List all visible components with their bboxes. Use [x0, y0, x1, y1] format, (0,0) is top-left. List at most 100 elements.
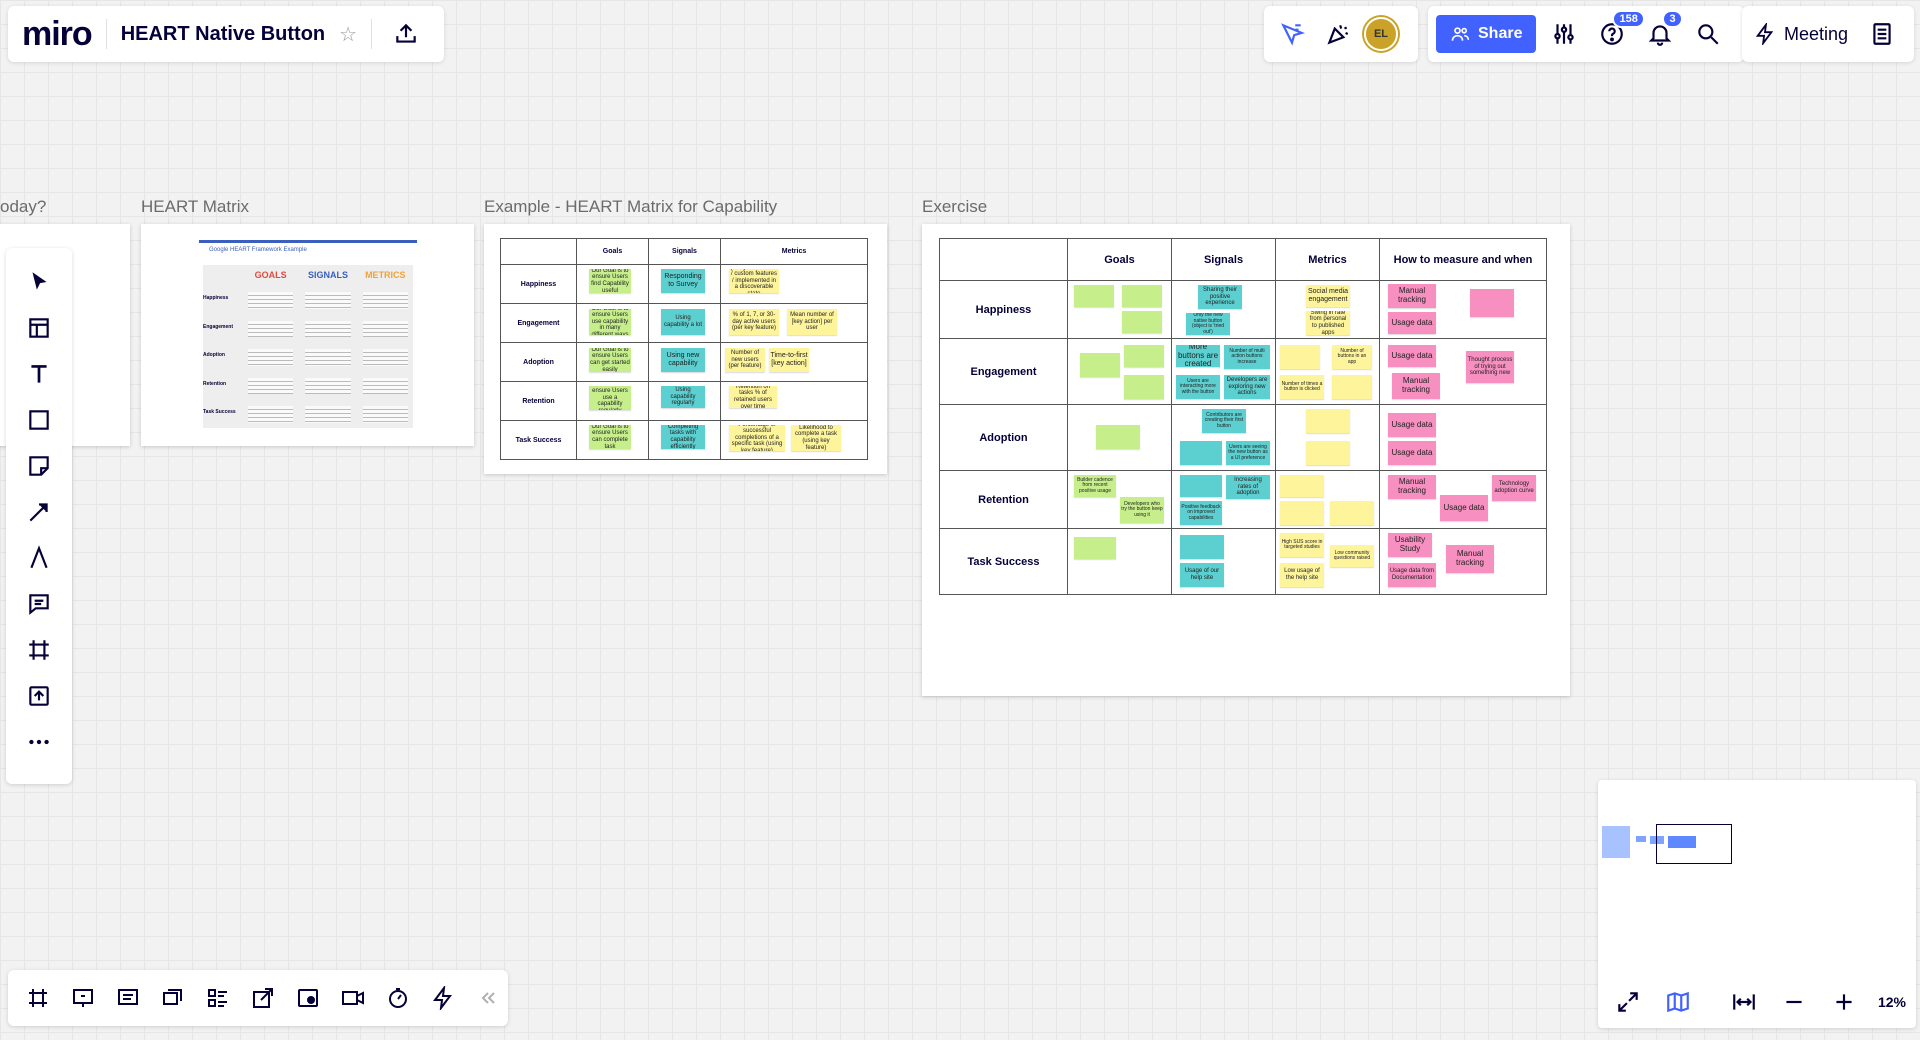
sticky-note[interactable]	[1330, 501, 1374, 525]
search-icon[interactable]	[1688, 14, 1728, 54]
frame-label-partial[interactable]: oday?	[0, 197, 46, 217]
sticky-note[interactable]: Number of buttons in an app	[1332, 345, 1372, 369]
sticky-note[interactable]: Developers are exploring new actions	[1224, 375, 1270, 399]
sticky-note[interactable]	[1306, 409, 1350, 433]
miro-logo[interactable]: miro	[22, 15, 93, 54]
sticky-note[interactable]: Our Goal is to ensure Users use capabili…	[589, 309, 631, 335]
sticky-note[interactable]: Responding to Survey	[661, 269, 705, 293]
zoom-out-icon[interactable]	[1774, 982, 1814, 1022]
zoom-in-icon[interactable]	[1824, 982, 1864, 1022]
sticky-note[interactable]: Contributors are creating their first bu…	[1202, 409, 1246, 433]
minimap-panel[interactable]: 12%	[1598, 780, 1916, 1028]
sticky-note[interactable]: Low usage of the help site	[1280, 563, 1324, 587]
sticky-note[interactable]: Sharing their positive experience	[1198, 285, 1242, 309]
sticky-note[interactable]: Manual tracking	[1388, 475, 1436, 499]
sticky-note[interactable]: Our Goal is to ensure Users use a capabi…	[589, 386, 631, 410]
sticky-note[interactable]: Number of multi action buttons increase	[1224, 345, 1270, 369]
sticky-note[interactable]: Number of new users (per feature)	[725, 348, 765, 372]
frame-label-capability[interactable]: Example - HEART Matrix for Capability	[484, 197, 777, 217]
upload-icon[interactable]	[386, 14, 426, 54]
sticky-note[interactable]: Usage data	[1440, 495, 1488, 521]
settings-sliders-icon[interactable]	[1544, 14, 1584, 54]
sticky-note[interactable]: Usage data	[1388, 345, 1436, 367]
sticky-note[interactable]: Positive feedback on improved capabiliti…	[1180, 501, 1222, 525]
sticky-note[interactable]: Likelihood to complete a task (using key…	[791, 425, 841, 451]
sticky-note[interactable]: Time-to-first [key action]	[769, 348, 809, 372]
select-tool-icon[interactable]	[19, 262, 59, 302]
sticky-note[interactable]: Manual tracking	[1392, 373, 1440, 399]
sticky-note[interactable]: More buttons are created	[1176, 345, 1220, 367]
zoom-level[interactable]: 12%	[1874, 994, 1910, 1010]
share-button[interactable]: Share	[1436, 15, 1537, 53]
sticky-note[interactable]	[1280, 501, 1324, 525]
celebrate-icon[interactable]	[1318, 14, 1358, 54]
sticky-note[interactable]: High SUS score in targeted studies	[1280, 533, 1324, 557]
map-icon[interactable]	[1658, 982, 1698, 1022]
sticky-note[interactable]: Swing in rate from personal to published…	[1306, 311, 1350, 335]
video-chat-icon[interactable]	[153, 978, 192, 1018]
notifications-icon[interactable]: 3	[1640, 10, 1683, 54]
sticky-note[interactable]	[1122, 285, 1162, 307]
sticky-note[interactable]: Percentage of successful completions of …	[729, 425, 785, 451]
share-screen-icon[interactable]	[243, 978, 282, 1018]
avatar[interactable]: EL	[1364, 17, 1398, 51]
sticky-note[interactable]: Users are interacting more with the butt…	[1176, 375, 1220, 399]
sticky-note[interactable]: Technology adoption curve	[1492, 475, 1536, 501]
connector-line-icon[interactable]	[19, 492, 59, 532]
fullscreen-icon[interactable]	[1608, 982, 1648, 1022]
sticky-note[interactable]: Social media engagement	[1306, 285, 1350, 307]
collapse-chevron-icon[interactable]	[469, 978, 508, 1018]
sticky-note[interactable]: Mean number of [key action] per user	[787, 309, 837, 335]
sticky-note[interactable]	[1124, 375, 1164, 399]
sticky-note[interactable]: Our Goal is to ensure Users can complete…	[589, 425, 631, 449]
sticky-note[interactable]: Low community questions raised	[1330, 545, 1374, 567]
pen-tool-icon[interactable]	[19, 538, 59, 578]
notes-icon[interactable]	[1862, 14, 1902, 54]
sticky-note[interactable]	[1074, 285, 1114, 307]
comments-icon[interactable]	[108, 978, 147, 1018]
sticky-note[interactable]: Developers who try the button keep using…	[1120, 497, 1164, 523]
frame-tool-icon[interactable]	[19, 630, 59, 670]
meeting-button[interactable]: Meeting	[1754, 23, 1848, 45]
shape-tool-icon[interactable]	[19, 400, 59, 440]
screen-record-icon[interactable]	[289, 978, 328, 1018]
sticky-note[interactable]: Completing tasks with capability efficie…	[661, 425, 705, 449]
sticky-note[interactable]	[1096, 425, 1140, 449]
sticky-note[interactable]: Only the new native button (object is 't…	[1186, 313, 1230, 335]
sticky-note[interactable]: Usage data	[1388, 312, 1436, 334]
sticky-note[interactable]	[1074, 537, 1116, 559]
sticky-note[interactable]: % of 1, 7, or 30-day active users (per k…	[729, 309, 779, 335]
comment-icon[interactable]	[19, 584, 59, 624]
sticky-note[interactable]: Usage data	[1388, 441, 1436, 465]
frame-heart-matrix[interactable]: Google HEART Framework Example GOALS SIG…	[141, 224, 474, 446]
video-icon[interactable]	[334, 978, 373, 1018]
sticky-note[interactable]: Manual tracking	[1388, 284, 1436, 308]
star-icon[interactable]: ☆	[339, 22, 357, 47]
sticky-note[interactable]: Retention on tasks % of retained users o…	[729, 386, 777, 408]
upload-tool-icon[interactable]	[19, 676, 59, 716]
fit-width-icon[interactable]	[1724, 982, 1764, 1022]
presentation-icon[interactable]	[63, 978, 102, 1018]
minimap-viewport[interactable]	[1656, 824, 1732, 864]
sticky-note[interactable]: Increasing rates of adoption	[1226, 475, 1270, 499]
sticky-note[interactable]: pretty can be use / custom features / im…	[729, 269, 779, 293]
text-tool-icon[interactable]	[19, 354, 59, 394]
frame-capability[interactable]: Goals Signals Metrics Happiness Our Goal…	[484, 224, 887, 474]
sticky-note[interactable]: Thought process of trying out something …	[1466, 351, 1514, 383]
reactions-icon[interactable]	[1272, 14, 1312, 54]
sticky-note[interactable]: Manual tracking	[1446, 545, 1494, 573]
sticky-note[interactable]	[1332, 375, 1372, 399]
sticky-note[interactable]: Using capability a lot	[661, 309, 705, 335]
sticky-note[interactable]: Usage data	[1388, 413, 1436, 437]
frame-label-heart-matrix[interactable]: HEART Matrix	[141, 197, 249, 217]
sticky-note[interactable]	[1180, 441, 1222, 465]
sticky-note[interactable]: Using new capability	[661, 348, 705, 372]
timer-icon[interactable]	[379, 978, 418, 1018]
sticky-note[interactable]: Users are seeing the new button as a UI …	[1226, 441, 1270, 465]
sticky-note[interactable]	[1306, 441, 1350, 465]
sticky-note[interactable]: Our Goal is to ensure Users can get star…	[589, 348, 631, 372]
sticky-note[interactable]: Number of times a button is clicked	[1280, 375, 1324, 399]
sticky-note[interactable]: Usability Study	[1388, 533, 1432, 557]
sticky-note[interactable]	[1080, 353, 1120, 377]
sticky-note[interactable]	[1122, 311, 1162, 333]
